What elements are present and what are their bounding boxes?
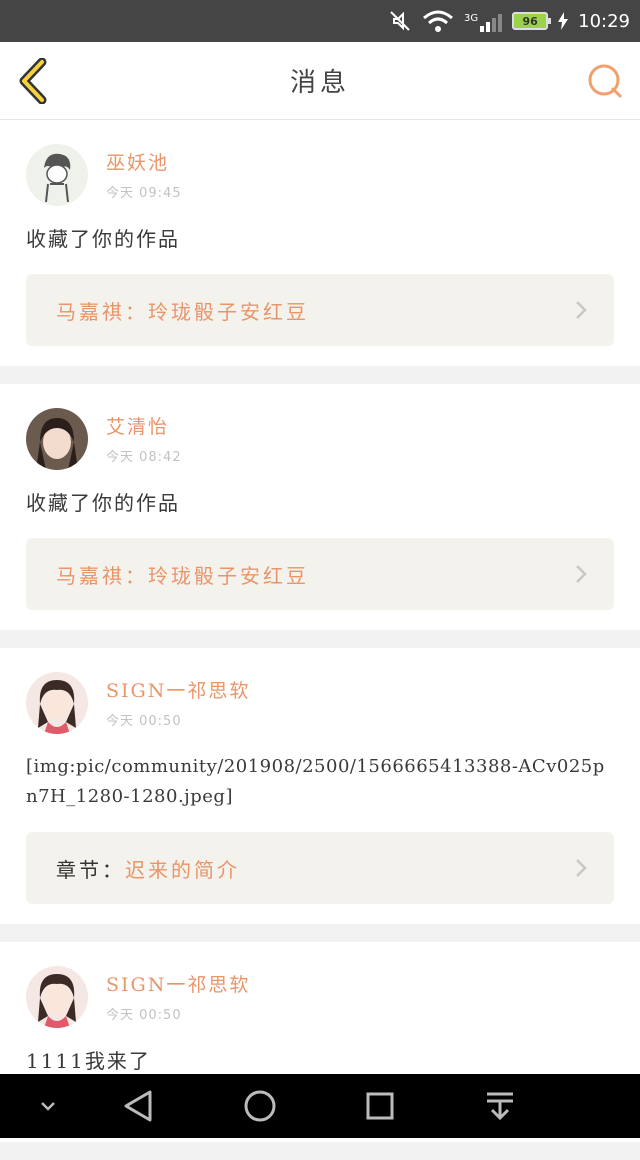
app-header: 消息 (0, 42, 640, 120)
avatar[interactable] (26, 408, 88, 470)
message-card: 艾清怡 今天 08:42 收藏了你的作品 马嘉祺： 玲珑骰子安红豆 (0, 384, 640, 630)
message-card: 巫妖池 今天 09:45 收藏了你的作品 马嘉祺： 玲珑骰子安红豆 (0, 120, 640, 366)
user-name[interactable]: SIGN一祁思软 (106, 678, 250, 704)
charging-icon (558, 12, 569, 30)
user-name[interactable]: 艾清怡 (106, 414, 182, 440)
work-link[interactable]: 马嘉祺： 玲珑骰子安红豆 (26, 274, 614, 346)
link-label: 马嘉祺： (56, 563, 148, 588)
message-card: SIGN一祁思软 今天 00:50 [img:pic/community/201… (0, 648, 640, 924)
pull-down-icon[interactable] (468, 1074, 532, 1138)
avatar[interactable] (26, 672, 88, 734)
recents-square-icon[interactable] (348, 1074, 412, 1138)
message-text: 收藏了你的作品 (26, 491, 180, 515)
link-label: 马嘉祺： (56, 299, 148, 324)
wifi-icon (423, 10, 453, 32)
work-link[interactable]: 章节： 迟来的简介 (26, 832, 614, 904)
avatar[interactable] (26, 966, 88, 1028)
message-text: [img:pic/community/201908/2500/156666541… (26, 756, 605, 807)
work-link[interactable]: 马嘉祺： 玲珑骰子安红豆 (26, 538, 614, 610)
back-triangle-icon[interactable] (106, 1074, 170, 1138)
battery-level: 96 (522, 14, 538, 28)
user-name[interactable]: 巫妖池 (106, 150, 182, 176)
battery-icon: 96 (512, 12, 552, 30)
network-type: 3G (464, 13, 479, 24)
clock: 10:29 (578, 10, 630, 32)
link-work-title: 玲珑骰子安红豆 (148, 563, 309, 588)
chevron-right-icon (576, 301, 587, 319)
chevron-right-icon (576, 859, 587, 877)
link-work-title: 迟来的简介 (125, 857, 240, 882)
user-name[interactable]: SIGN一祁思软 (106, 972, 250, 998)
message-text: 1111我来了 (26, 1049, 151, 1073)
home-circle-icon[interactable] (228, 1074, 292, 1138)
message-time: 今天 08:42 (106, 449, 182, 465)
navigation-bar (0, 1074, 640, 1138)
message-text: 收藏了你的作品 (26, 227, 180, 251)
page-title: 消息 (289, 68, 350, 98)
search-icon[interactable] (586, 62, 624, 100)
link-label: 章节： (56, 857, 125, 882)
message-list: 巫妖池 今天 09:45 收藏了你的作品 马嘉祺： 玲珑骰子安红豆 艾清怡 今天… (0, 120, 640, 1160)
message-time: 今天 09:45 (106, 185, 182, 201)
signal-icon: 3G (464, 10, 503, 32)
message-time: 今天 00:50 (106, 713, 182, 729)
link-work-title: 玲珑骰子安红豆 (148, 299, 309, 324)
mute-icon (390, 11, 410, 31)
avatar[interactable] (26, 144, 88, 206)
chevron-right-icon (576, 565, 587, 583)
status-bar: 3G 96 10:29 (0, 0, 640, 42)
message-time: 今天 00:50 (106, 1007, 182, 1023)
collapse-icon[interactable] (16, 1074, 80, 1138)
